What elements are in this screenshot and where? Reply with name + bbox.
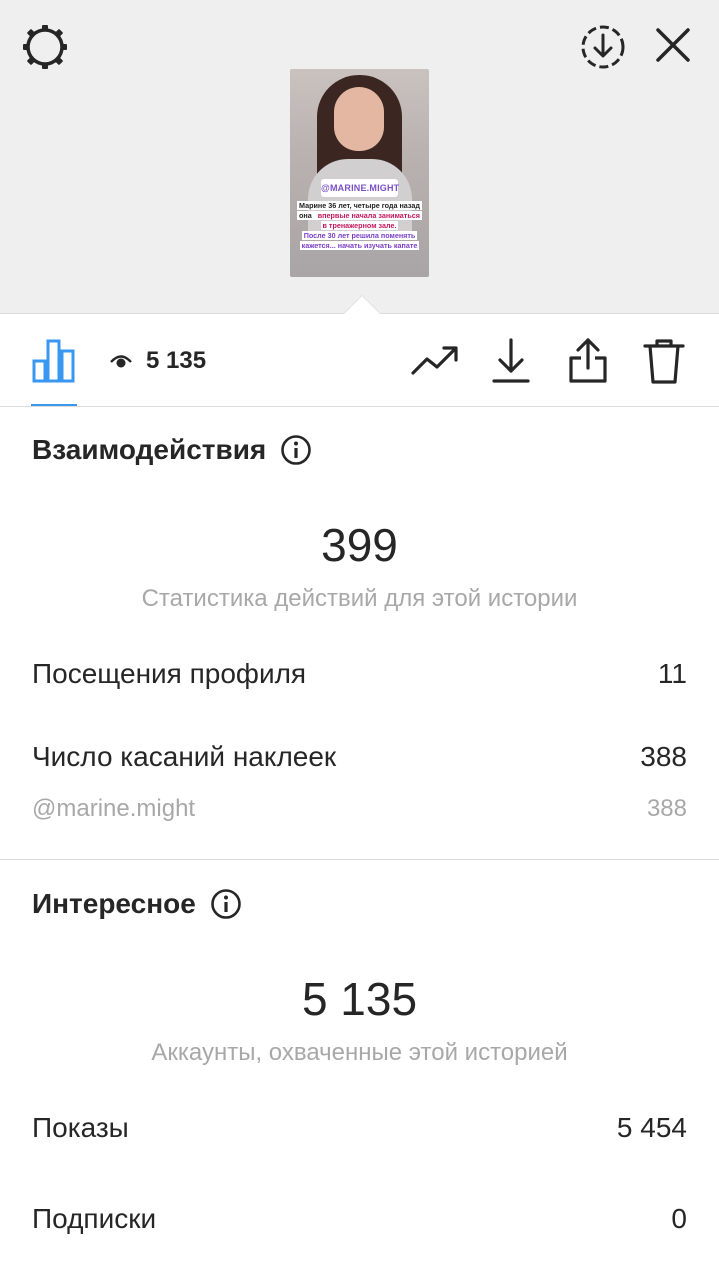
info-icon[interactable] [280,434,312,466]
thumbnail-pointer [344,296,380,314]
follows-label: Подписки [32,1203,157,1234]
delete-button[interactable] [641,336,687,386]
insights-tab-underline [31,404,77,406]
gear-icon [23,25,67,69]
interactions-header: Взаимодействия [32,434,312,466]
trending-up-icon [411,346,458,375]
download-icon [492,338,530,383]
thumbnail-face [334,87,384,151]
eye-icon [110,355,132,368]
download-button[interactable] [489,336,533,386]
caption-part2: После 30 лет решила поменять кажется... … [299,231,420,250]
settings-button[interactable] [20,22,70,72]
promote-button[interactable] [410,340,460,380]
impressions-value: 5 454 [616,1112,687,1143]
sticker-mention-value: 388 [646,795,687,822]
info-icon[interactable] [210,888,242,920]
discovery-total: 5 135 [301,973,418,1025]
insights-toolbar [0,314,719,407]
story-caption: Марине 36 лет, четыре года назад она впе… [296,201,423,251]
section-divider [0,859,719,860]
discovery-header: Интересное [32,888,242,920]
profile-visits-label: Посещения профиля [32,658,307,689]
download-circle-icon [581,25,625,69]
save-story-button[interactable] [578,22,628,72]
story-thumbnail[interactable]: @MARINE.MIGHT Марине 36 лет, четыре года… [290,69,429,277]
follows-value: 0 [671,1203,687,1234]
interactions-total: 399 [321,519,398,571]
discovery-title: Интересное [32,888,196,919]
views-indicator: 5 135 [110,343,206,379]
sticker-mention-label: @marine.might [32,795,196,822]
mention-sticker: @MARINE.MIGHT [321,179,399,197]
sticker-taps-value: 388 [640,741,687,772]
close-button[interactable] [650,22,696,68]
close-icon [656,28,690,62]
bar-chart-icon [32,339,75,383]
caption-highlight: впервые начала заниматься в тренажерном … [315,211,422,230]
interactions-title: Взаимодействия [32,434,267,465]
profile-visits-value: 11 [657,658,687,689]
interactions-total-caption: Статистика действий для этой истории [141,585,578,612]
trash-icon [643,339,685,384]
share-button[interactable] [565,335,611,385]
impressions-label: Показы [32,1112,129,1143]
share-icon [569,338,607,383]
sticker-taps-label: Число касаний наклеек [32,741,337,772]
discovery-total-caption: Аккаунты, охваченные этой историей [151,1039,568,1066]
views-count: 5 135 [146,347,207,374]
insights-tab[interactable] [30,336,78,384]
